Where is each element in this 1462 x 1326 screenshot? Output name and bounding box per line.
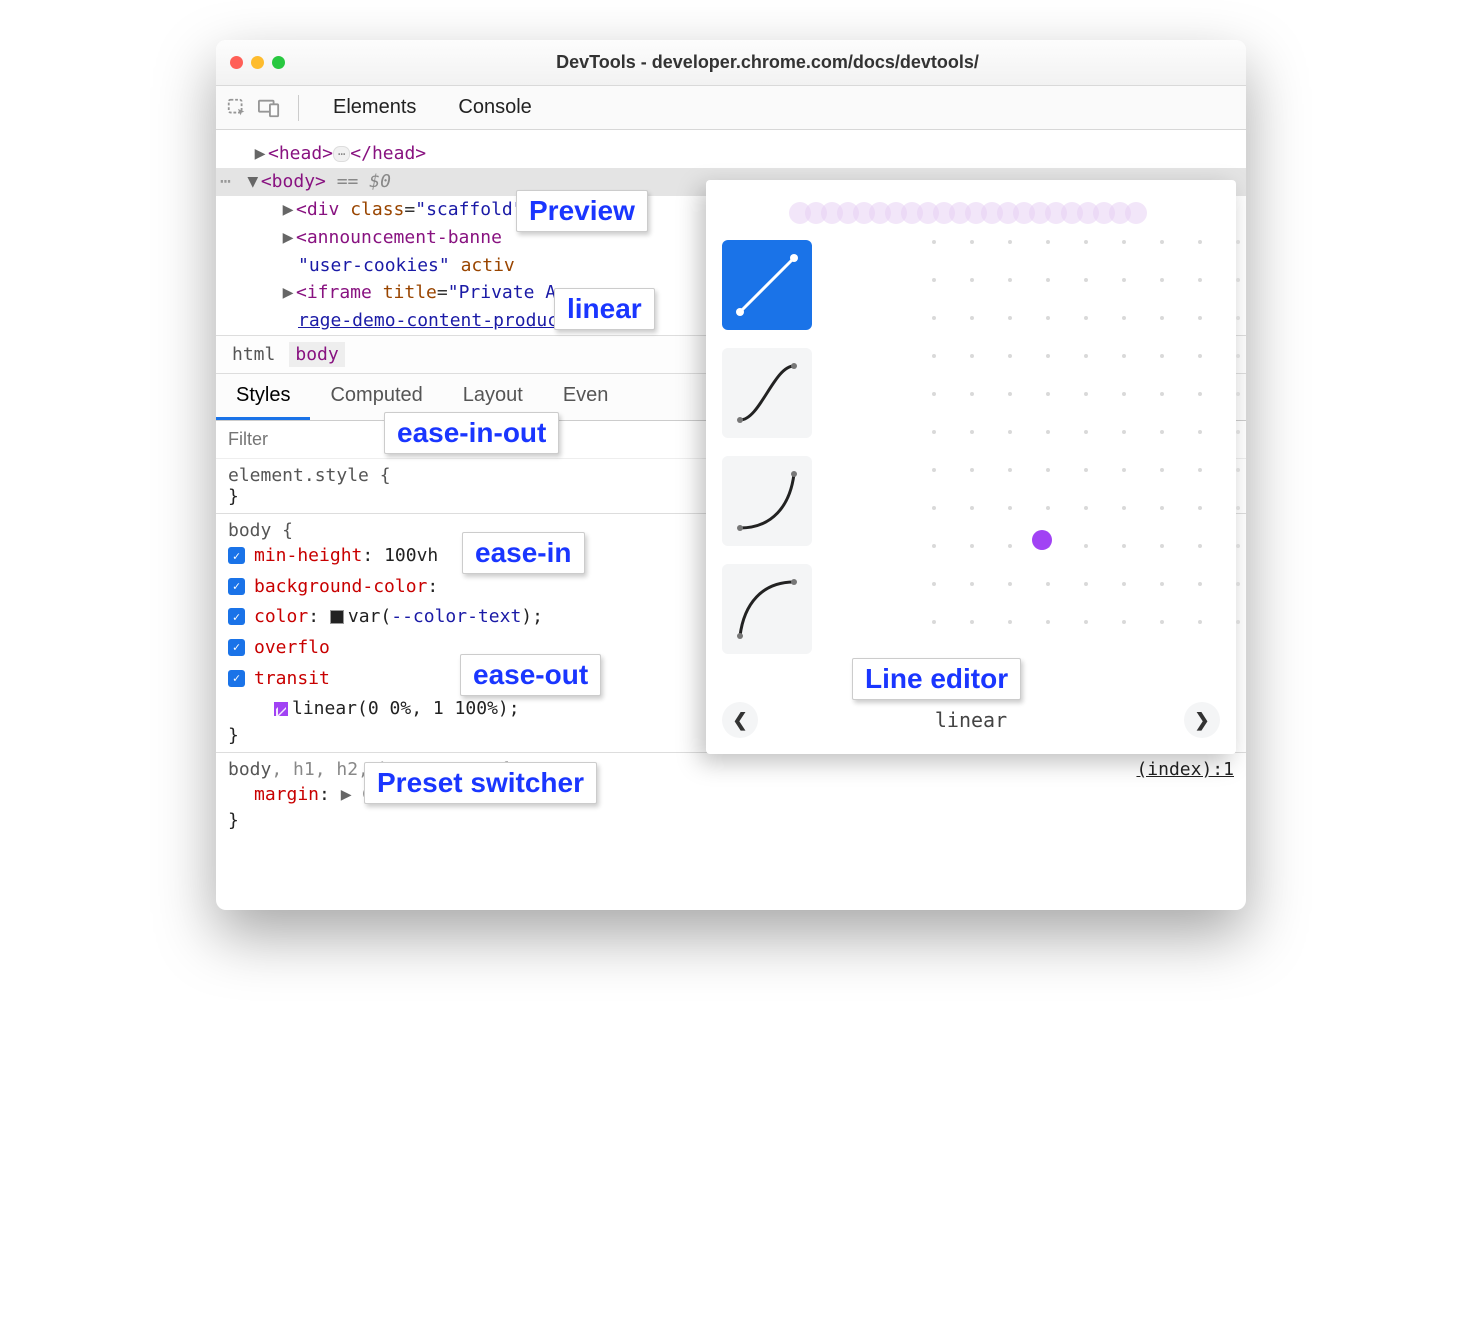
easing-preview-strip: for(let i=0;i<22;i++)document.write('<di…	[722, 192, 1220, 234]
easing-swatch-icon[interactable]	[274, 702, 288, 716]
preset-switcher-label: linear	[935, 708, 1007, 732]
preset-ease-out[interactable]	[722, 564, 812, 654]
preset-ease-in-out[interactable]	[722, 348, 812, 438]
dom-iframe-src-link[interactable]: rage-demo-content-producer.	[298, 310, 591, 331]
easing-handle-start[interactable]	[1032, 530, 1052, 550]
source-link[interactable]: (index):1	[1136, 759, 1234, 780]
preset-ease-in[interactable]	[722, 456, 812, 546]
close-window-icon[interactable]	[230, 56, 243, 69]
tab-elements[interactable]: Elements	[317, 90, 432, 125]
preset-next-button[interactable]: ❯	[1184, 702, 1220, 738]
window-titlebar: DevTools - developer.chrome.com/docs/dev…	[216, 40, 1246, 86]
tab-styles[interactable]: Styles	[216, 374, 310, 420]
dom-head-open[interactable]: <head>	[268, 143, 333, 164]
device-toggle-icon[interactable]	[258, 97, 280, 119]
dom-announcement[interactable]: <announcement-banne	[296, 227, 502, 248]
preset-linear[interactable]	[722, 240, 812, 330]
maximize-window-icon[interactable]	[272, 56, 285, 69]
callout-linear: linear	[554, 288, 655, 330]
preset-prev-button[interactable]: ❮	[722, 702, 758, 738]
window-title: DevTools - developer.chrome.com/docs/dev…	[303, 52, 1232, 73]
callout-ease-out: ease-out	[460, 654, 601, 696]
checkbox-icon[interactable]	[228, 547, 245, 564]
devtools-toolbar: Elements Console	[216, 86, 1246, 130]
callout-ease-in-out: ease-in-out	[384, 412, 559, 454]
breadcrumb-body[interactable]: body	[289, 342, 344, 367]
callout-line-editor: Line editor	[852, 658, 1021, 700]
checkbox-icon[interactable]	[228, 670, 245, 687]
color-swatch-icon[interactable]	[330, 610, 344, 624]
callout-ease-in: ease-in	[462, 532, 585, 574]
inspect-element-icon[interactable]	[226, 97, 248, 119]
checkbox-icon[interactable]	[228, 639, 245, 656]
checkbox-icon[interactable]	[228, 578, 245, 595]
checkbox-icon[interactable]	[228, 608, 245, 625]
breadcrumb-html[interactable]: html	[226, 342, 281, 367]
callout-preview: Preview	[516, 190, 648, 232]
minimize-window-icon[interactable]	[251, 56, 264, 69]
ellipsis-icon[interactable]: ⋯	[333, 146, 350, 162]
tab-console[interactable]: Console	[442, 90, 547, 125]
callout-preset-switcher: Preset switcher	[364, 762, 597, 804]
